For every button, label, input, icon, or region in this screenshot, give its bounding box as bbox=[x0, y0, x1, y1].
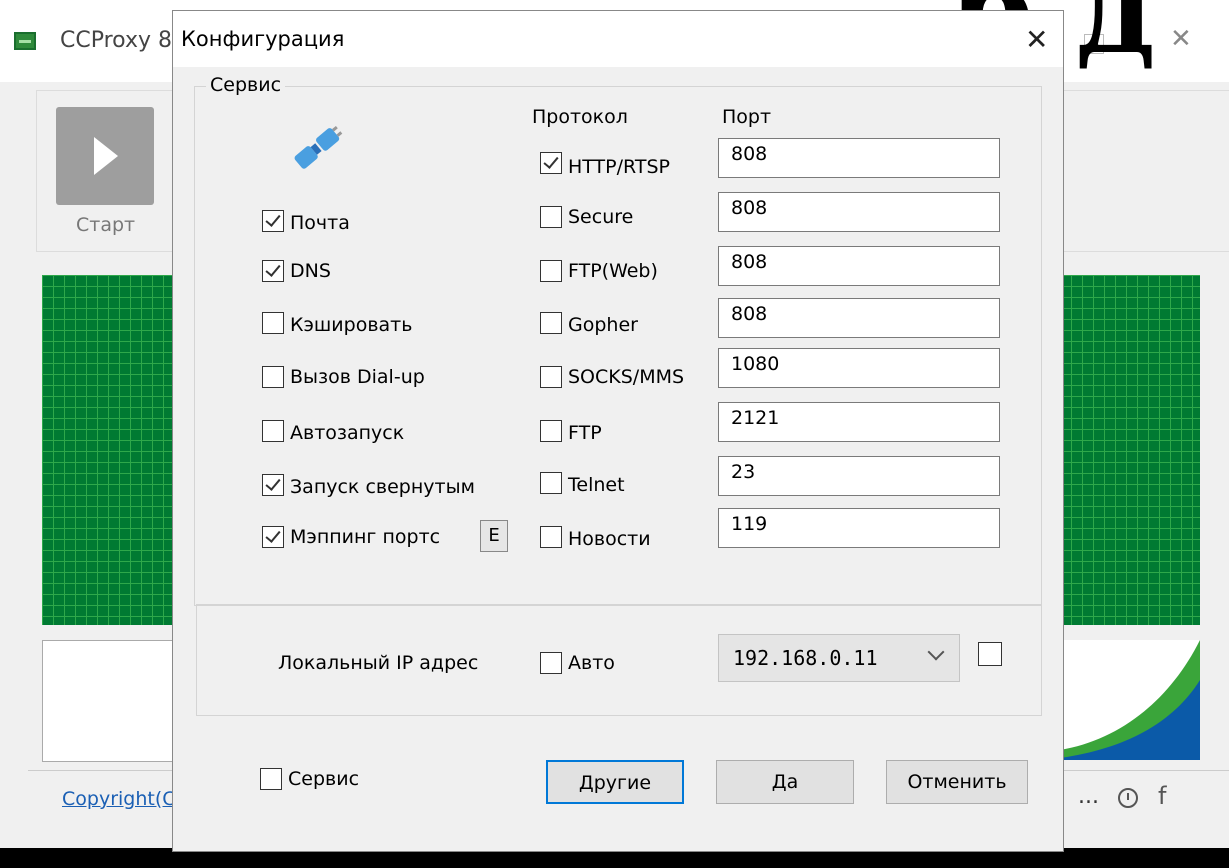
option-autostart-checkbox[interactable] bbox=[262, 420, 284, 442]
local-ip-label: Локальный IP адрес bbox=[278, 652, 479, 674]
option-mail-label: Почта bbox=[290, 212, 350, 234]
protocol-http-label: HTTP/RTSP bbox=[568, 156, 670, 178]
port-socks-input[interactable]: 1080 bbox=[718, 348, 1000, 388]
copyright-link[interactable]: Copyright(C) bbox=[62, 788, 183, 810]
protocol-gopher-label: Gopher bbox=[568, 314, 638, 336]
option-port-mapping-label: Мэппинг портс bbox=[290, 526, 441, 548]
close-icon[interactable]: ✕ bbox=[1025, 23, 1048, 56]
option-dns-checkbox[interactable] bbox=[262, 260, 284, 282]
protocol-ftp-checkbox[interactable] bbox=[540, 420, 562, 442]
port-http-input[interactable]: 808 bbox=[718, 138, 1000, 178]
protocol-telnet-checkbox[interactable] bbox=[540, 472, 562, 494]
port-gopher-input[interactable]: 808 bbox=[718, 298, 1000, 338]
clock-icon[interactable] bbox=[1118, 788, 1138, 808]
port-header: Порт bbox=[722, 106, 772, 128]
start-label: Старт bbox=[76, 214, 136, 236]
option-cache-label: Кэшировать bbox=[290, 314, 413, 336]
ok-button[interactable]: Да bbox=[716, 760, 854, 804]
port-ftp-input[interactable]: 2121 bbox=[718, 402, 1000, 442]
dialog-title: Конфигурация bbox=[181, 27, 345, 51]
option-start-minimized-checkbox[interactable] bbox=[262, 474, 284, 496]
protocol-socks-label: SOCKS/MMS bbox=[568, 366, 685, 388]
protocol-http-checkbox[interactable] bbox=[540, 152, 562, 174]
port-secure-input[interactable]: 808 bbox=[718, 192, 1000, 232]
app-icon bbox=[14, 32, 36, 50]
protocol-ftpweb-label: FTP(Web) bbox=[568, 260, 658, 282]
protocol-header: Протокол bbox=[532, 106, 628, 128]
ip-address-select[interactable]: 192.168.0.11 bbox=[718, 634, 960, 682]
main-window-title: CCProxy 8. bbox=[60, 28, 179, 53]
service-checkbox-label: Сервис bbox=[288, 768, 360, 790]
protocol-ftp-label: FTP bbox=[568, 422, 602, 444]
option-cache-checkbox[interactable] bbox=[262, 312, 284, 334]
service-checkbox[interactable] bbox=[260, 768, 282, 790]
option-start-minimized-label: Запуск свернутым bbox=[290, 476, 475, 498]
option-dialup-label: Вызов Dial-up bbox=[290, 366, 425, 388]
traffic-graph-right bbox=[1060, 275, 1200, 625]
protocol-secure-checkbox[interactable] bbox=[540, 206, 562, 228]
protocol-secure-label: Secure bbox=[568, 206, 634, 228]
ip-extra-checkbox[interactable] bbox=[978, 642, 1002, 666]
service-group-label: Сервис bbox=[206, 74, 286, 96]
port-ftpweb-input[interactable]: 808 bbox=[718, 246, 1000, 286]
other-button[interactable]: Другие bbox=[546, 760, 684, 804]
main-close-icon[interactable]: ✕ bbox=[1170, 24, 1192, 54]
play-icon bbox=[94, 137, 118, 175]
cancel-button[interactable]: Отменить bbox=[886, 760, 1028, 804]
facebook-icon[interactable]: f bbox=[1158, 782, 1166, 810]
protocol-gopher-checkbox[interactable] bbox=[540, 312, 562, 334]
option-dialup-checkbox[interactable] bbox=[262, 366, 284, 388]
protocol-telnet-label: Telnet bbox=[568, 474, 625, 496]
status-ellipsis: ... bbox=[1078, 784, 1099, 809]
auto-ip-label: Авто bbox=[568, 652, 615, 674]
option-autostart-label: Автозапуск bbox=[290, 422, 405, 444]
auto-ip-checkbox[interactable] bbox=[540, 652, 562, 674]
port-news-input[interactable]: 119 bbox=[718, 508, 1000, 548]
port-mapping-edit-button[interactable]: E bbox=[480, 520, 508, 552]
option-mail-checkbox[interactable] bbox=[262, 210, 284, 232]
start-button[interactable] bbox=[56, 107, 154, 205]
usage-chart bbox=[1060, 640, 1200, 760]
protocol-socks-checkbox[interactable] bbox=[540, 366, 562, 388]
plug-icon bbox=[294, 125, 343, 169]
option-dns-label: DNS bbox=[290, 260, 331, 282]
option-port-mapping-checkbox[interactable] bbox=[262, 526, 284, 548]
protocol-ftpweb-checkbox[interactable] bbox=[540, 260, 562, 282]
protocol-news-checkbox[interactable] bbox=[540, 526, 562, 548]
protocol-news-label: Новости bbox=[568, 528, 651, 550]
port-telnet-input[interactable]: 23 bbox=[718, 456, 1000, 496]
